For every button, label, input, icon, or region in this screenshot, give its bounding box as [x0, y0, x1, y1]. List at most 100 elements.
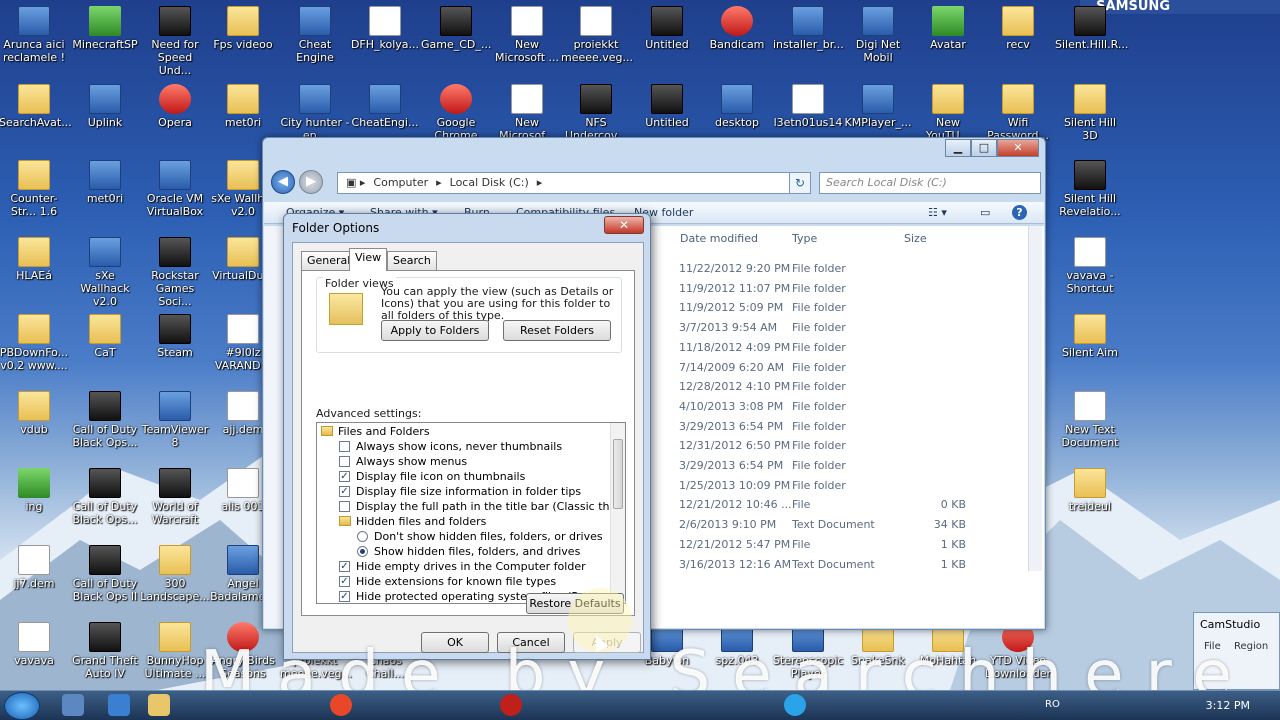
desktop-icon[interactable]: Google Chrome — [421, 84, 491, 142]
desktop-icon[interactable]: PBDownFo... v0.2 www.... — [0, 314, 69, 372]
desktop-icon[interactable]: Digi Net Mobil — [843, 6, 913, 64]
checkbox-checked[interactable]: ✓ — [339, 486, 350, 497]
desktop-icon[interactable]: World of Warcraft — [140, 468, 210, 526]
desktop-icon[interactable]: Need for Speed Und... — [140, 6, 210, 77]
desktop-icon[interactable]: Avatar — [913, 6, 983, 51]
desktop-icon[interactable]: met0ri — [70, 160, 140, 205]
checkbox-unchecked[interactable] — [339, 441, 350, 452]
desktop-icon[interactable]: Arunca aici reclamele ! — [0, 6, 69, 64]
desktop-icon[interactable]: Call of Duty Black Ops II — [70, 545, 140, 603]
desktop-icon[interactable]: Call of Duty Black Ops... — [70, 391, 140, 449]
system-clock[interactable]: 3:12 PM — [1206, 699, 1250, 712]
desktop-icon[interactable]: Untitled — [632, 6, 702, 51]
desktop-icon[interactable]: New Text Document — [1055, 391, 1125, 449]
desktop-icon[interactable]: vavava - Shortcut — [1055, 237, 1125, 295]
desktop-icon[interactable]: sXe Wallhack v2.0 — [70, 237, 140, 308]
checkbox-checked[interactable]: ✓ — [339, 591, 350, 602]
scrollbar-thumb[interactable] — [613, 439, 623, 509]
search-input[interactable]: Search Local Disk (C:) — [819, 172, 1041, 194]
breadcrumb-computer[interactable]: Computer — [373, 176, 428, 189]
desktop-icon[interactable]: HLAEá — [0, 237, 69, 282]
help-icon[interactable]: ? — [1012, 205, 1027, 220]
desktop-icon[interactable]: CheatEngi... — [350, 84, 420, 129]
breadcrumb-local-disk[interactable]: Local Disk (C:) — [450, 176, 529, 189]
column-type[interactable]: Type — [792, 232, 817, 245]
refresh-icon[interactable]: ↻ — [789, 172, 811, 194]
apply-to-folders-button[interactable]: Apply to Folders — [381, 320, 489, 341]
radio-unselected[interactable] — [357, 531, 368, 542]
taskbar-opera-icon[interactable] — [500, 694, 522, 716]
vertical-scrollbar[interactable] — [1028, 226, 1042, 571]
close-button[interactable]: ✕ — [997, 139, 1039, 157]
forward-arrow-icon[interactable]: ▶ — [299, 170, 323, 194]
checkbox-checked[interactable]: ✓ — [339, 471, 350, 482]
desktop-icon[interactable]: Bandicam — [702, 6, 772, 51]
desktop-icon[interactable]: NFS Undercov... — [561, 84, 631, 142]
dialog-close-button[interactable]: ✕ — [604, 216, 644, 234]
advanced-settings-tree[interactable]: Files and Folders Always show icons, neve… — [316, 422, 626, 604]
desktop-icon[interactable]: Silent Hill Revelatio... — [1055, 160, 1125, 218]
desktop-icon[interactable]: Rockstar Games Soci... — [140, 237, 210, 308]
radio-selected[interactable] — [357, 546, 368, 557]
column-size[interactable]: Size — [904, 232, 927, 245]
desktop-icon[interactable]: Silent Hill 3D — [1055, 84, 1125, 142]
checkbox-checked[interactable]: ✓ — [339, 561, 350, 572]
desktop-icon[interactable]: Opera — [140, 84, 210, 129]
checkbox-unchecked[interactable] — [339, 501, 350, 512]
desktop-icon[interactable]: City hunter - ep... — [280, 84, 350, 142]
language-indicator[interactable]: RO — [1045, 699, 1060, 710]
tab-search[interactable]: Search — [387, 251, 437, 270]
minimize-button[interactable]: ▁ — [945, 139, 971, 157]
checkbox-checked[interactable]: ✓ — [339, 576, 350, 587]
desktop-icon[interactable]: 300 Landscape... — [140, 545, 210, 603]
view-options-icon[interactable]: ☷ ▾ — [928, 202, 947, 224]
tab-view[interactable]: View — [349, 248, 388, 271]
desktop-icon[interactable]: DFH_kolya... — [350, 6, 420, 51]
reset-folders-button[interactable]: Reset Folders — [503, 320, 611, 341]
desktop-icon[interactable]: Silent Aim — [1055, 314, 1125, 359]
checkbox-unchecked[interactable] — [339, 456, 350, 467]
taskbar-skype-icon[interactable] — [784, 694, 806, 716]
column-date-modified[interactable]: Date modified — [680, 232, 758, 245]
desktop-icon[interactable]: Untitled — [632, 84, 702, 129]
preview-pane-icon[interactable]: ▭ — [980, 202, 990, 224]
desktop-icon[interactable]: vdub — [0, 391, 69, 436]
desktop-icon[interactable]: desktop — [702, 84, 772, 129]
desktop-icon[interactable]: vavava — [0, 622, 69, 667]
desktop-icon[interactable]: Grand Theft Auto IV — [70, 622, 140, 680]
tree-scrollbar[interactable] — [610, 423, 625, 603]
desktop-icon[interactable]: SearchAvat... — [0, 84, 72, 129]
desktop-icon[interactable]: Silent.Hill.R... — [1055, 6, 1128, 51]
desktop-icon[interactable]: proiekkt meeee.veg... — [561, 6, 633, 64]
desktop-icon[interactable]: met0ri — [208, 84, 278, 129]
maximize-button[interactable]: □ — [971, 139, 997, 157]
desktop-icon[interactable]: Counter-Str... 1.6 — [0, 160, 69, 218]
desktop-icon[interactable]: installer_br... — [773, 6, 844, 51]
taskbar-media-icon[interactable] — [62, 694, 84, 716]
start-button[interactable] — [4, 692, 40, 720]
desktop-icon[interactable]: New YouTU... — [913, 84, 983, 142]
desktop-icon[interactable]: CaT — [70, 314, 140, 359]
desktop-icon[interactable]: Game_CD_... — [421, 6, 491, 51]
address-bar[interactable]: ▣ ▸ Computer ▸ Local Disk (C:) ▸ — [337, 172, 807, 194]
desktop-icon[interactable]: New Microsof... — [492, 84, 562, 142]
desktop-icon[interactable]: jj7.dem — [0, 545, 69, 590]
desktop-icon[interactable]: Fps videoo — [208, 6, 278, 51]
desktop-icon[interactable]: Wifi Password... — [983, 84, 1053, 142]
desktop-icon[interactable]: Uplink — [70, 84, 140, 129]
desktop-icon[interactable]: TeamViewer 8 — [140, 391, 210, 449]
desktop-icon[interactable]: Oracle VM VirtualBox — [140, 160, 210, 218]
back-arrow-icon[interactable]: ◀ — [271, 170, 295, 194]
desktop-icon[interactable]: l3etn01us14 — [773, 84, 843, 129]
taskbar-chrome-icon[interactable] — [330, 694, 352, 716]
desktop-icon[interactable]: KMPlayer_... — [843, 84, 913, 129]
desktop-icon[interactable]: Cheat Engine — [280, 6, 350, 64]
desktop-icon[interactable]: Call of Duty Black Ops... — [70, 468, 140, 526]
desktop-icon[interactable]: treideul — [1055, 468, 1125, 513]
taskbar-explorer-icon[interactable] — [148, 694, 170, 716]
taskbar-ie-icon[interactable] — [108, 694, 130, 716]
desktop-icon[interactable]: New Microsoft ... — [492, 6, 562, 64]
desktop-icon[interactable]: ing — [0, 468, 69, 513]
desktop-icon[interactable]: Steam — [140, 314, 210, 359]
desktop-icon[interactable]: MinecraftSP — [70, 6, 140, 51]
